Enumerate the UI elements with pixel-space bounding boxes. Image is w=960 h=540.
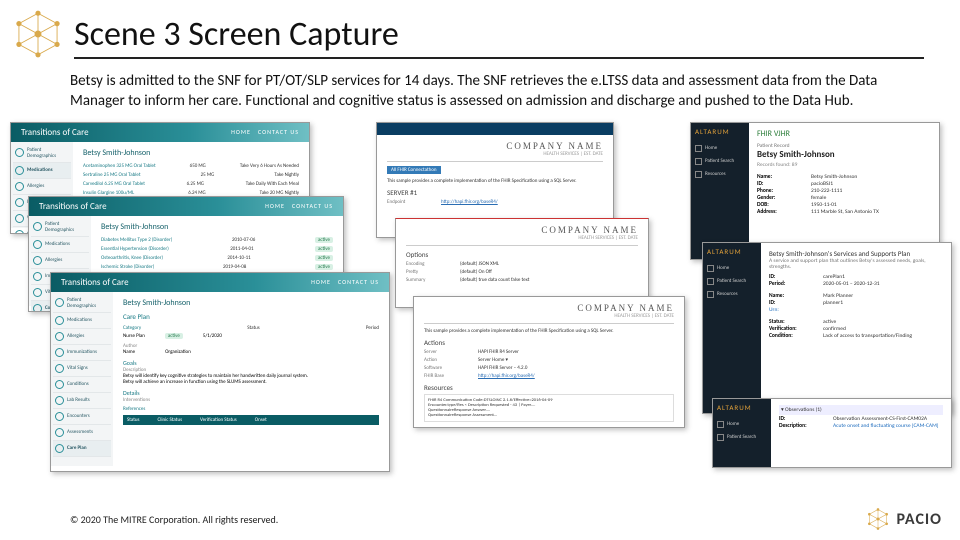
page-title: Scene 3 Screen Capture xyxy=(74,14,924,59)
pacio-logo-icon xyxy=(12,8,64,65)
fhir-company-name: COMPANY NAME xyxy=(387,141,603,151)
altarum-screenshot-observations: ALTARUM Home Patient Search ▾ Observatio… xyxy=(712,398,952,468)
pacio-footer-brand: PACIO xyxy=(865,506,943,532)
altarum-screenshot-patient: ALTARUM Home Patient Search Resources FH… xyxy=(690,122,940,260)
toc-screenshot-careplan: Transitions of Care HOME CONTACT US Pati… xyxy=(50,272,390,472)
fhir-screenshot-resources: COMPANY NAME HEALTH SERVICES | EST. DATE… xyxy=(413,296,685,428)
description-paragraph: Betsy is admitted to the SNF for PT/OT/S… xyxy=(0,65,960,122)
copyright-text: © 2020 The MITRE Corporation. All rights… xyxy=(70,513,278,526)
screenshot-collage: Transitions of Care HOME CONTACT US Pati… xyxy=(0,122,960,482)
fhir-screenshot-options: COMPANY NAME HEALTH SERVICES | EST. DATE… xyxy=(395,218,649,308)
altarum-brand: ALTARUM xyxy=(695,127,745,136)
altarum-screenshot-careplan: ALTARUM Home Patient Search Resources Be… xyxy=(702,242,952,414)
toc-app-title: Transitions of Care xyxy=(21,127,89,138)
toc-patient-name: Betsy Smith-Johnson xyxy=(83,148,299,158)
